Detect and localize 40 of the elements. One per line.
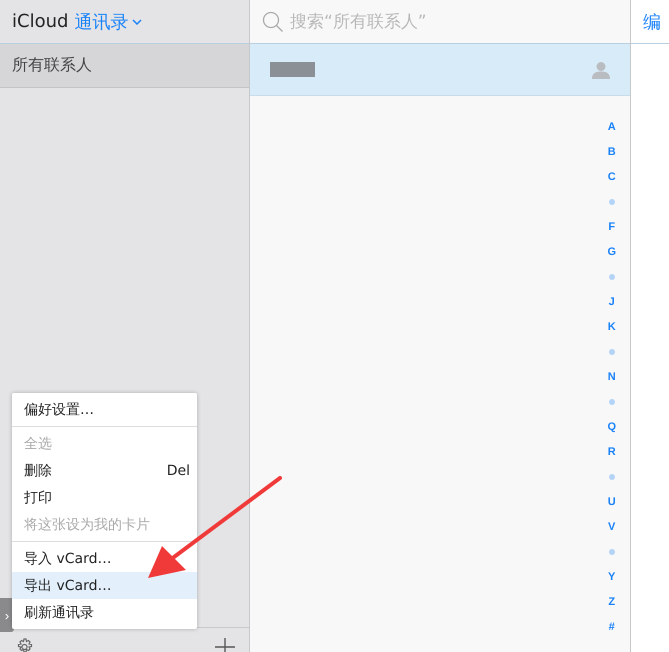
menu-item-label: 删除 [24, 462, 52, 480]
search-icon [262, 10, 284, 32]
index-dot[interactable] [608, 474, 615, 480]
blurred-name [270, 62, 315, 77]
menu-item[interactable]: 打印 [12, 484, 197, 511]
add-icon[interactable] [214, 636, 236, 652]
contacts-dropdown[interactable]: 通讯录 [74, 10, 142, 34]
index-letter[interactable]: F [608, 214, 616, 239]
index-letter[interactable]: U [608, 489, 616, 514]
index-letter[interactable]: J [608, 289, 615, 314]
shortcut-label: Del [166, 462, 190, 478]
index-letter[interactable]: G [607, 239, 616, 264]
index-letter[interactable]: # [608, 614, 615, 639]
index-dot[interactable] [608, 548, 615, 554]
menu-item[interactable]: 偏好设置… [12, 396, 197, 423]
index-letter[interactable]: C [608, 164, 616, 189]
index-letter[interactable]: K [608, 314, 616, 339]
edit-button[interactable]: 编 [643, 10, 661, 34]
index-letter[interactable]: V [608, 514, 616, 539]
search-field[interactable]: 搜索“所有联系人” [290, 12, 620, 32]
menu-item[interactable]: 导入 vCard… [12, 545, 197, 572]
index-letter[interactable]: B [608, 139, 616, 164]
app-name: iCloud [12, 11, 68, 32]
index-dot[interactable] [608, 348, 615, 354]
index-letter[interactable]: A [608, 114, 616, 139]
index-letter[interactable]: Y [608, 564, 616, 589]
menu-item[interactable]: 刷新通讯录 [12, 599, 197, 626]
group-item[interactable]: 所有联系人 [0, 44, 249, 88]
index-letter[interactable]: Q [607, 414, 616, 439]
menu-item[interactable]: 删除 Del [12, 457, 197, 484]
index-dot[interactable] [608, 274, 615, 280]
chevron-icon [132, 18, 142, 24]
index-letter[interactable]: R [608, 439, 616, 464]
index-dot[interactable] [608, 198, 615, 204]
index-letter[interactable]: Z [608, 589, 616, 614]
index-dot[interactable] [608, 398, 615, 404]
index-letter[interactable]: N [608, 364, 616, 389]
menu-item[interactable]: 导出 vCard… [12, 572, 197, 599]
person-icon [592, 60, 610, 78]
contact-row[interactable] [250, 44, 630, 96]
